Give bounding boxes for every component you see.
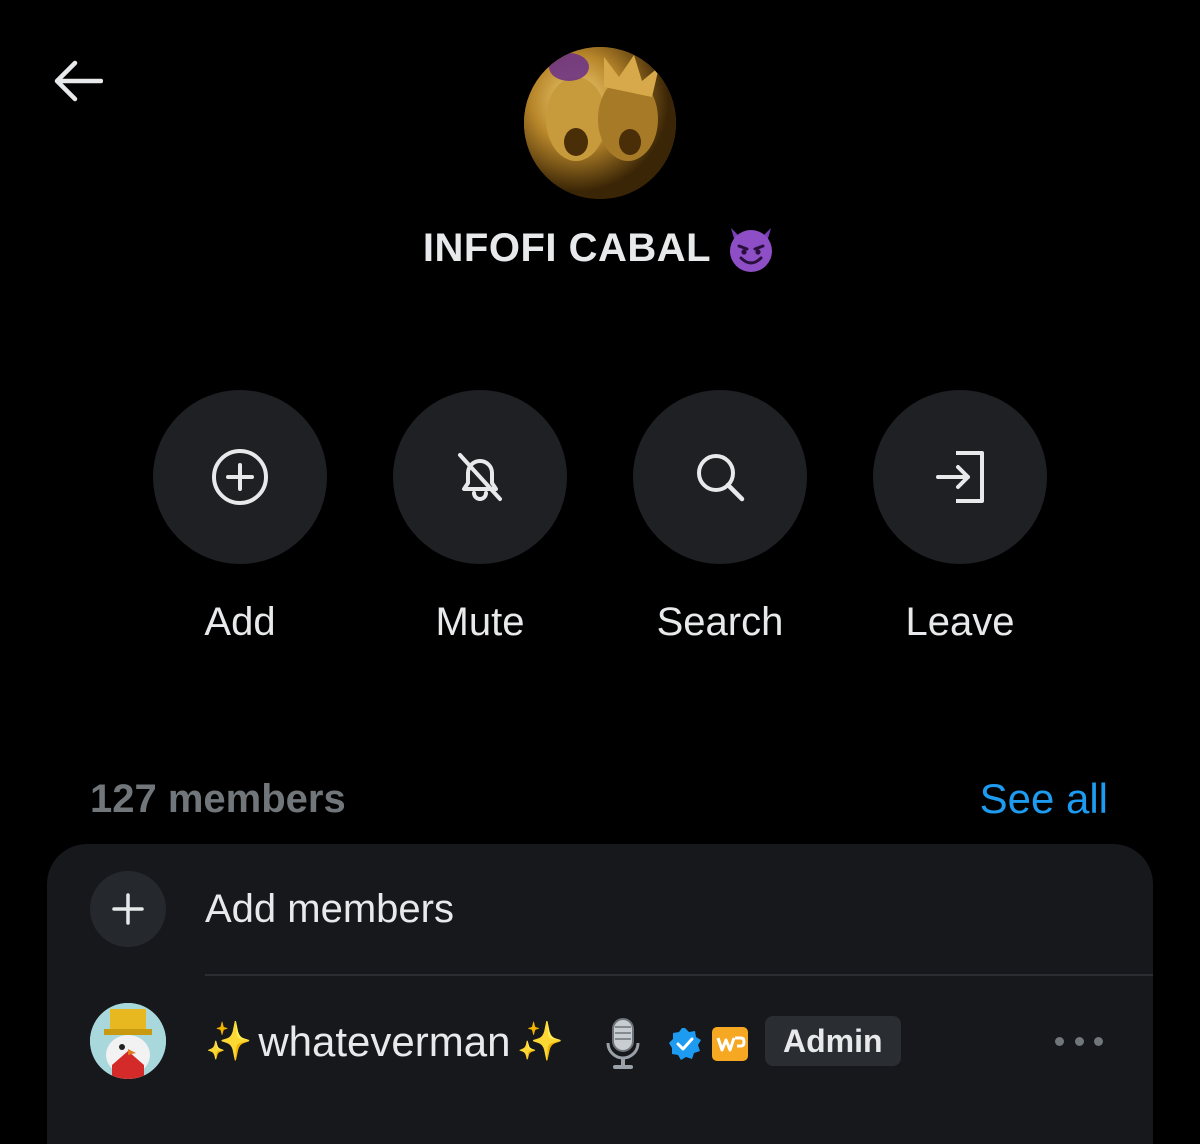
search-action-label: Search [656,600,784,644]
members-count: 127 members [90,776,346,821]
verified-badge-icon [669,1028,701,1060]
add-action-circle[interactable] [153,390,327,564]
add-members-icon-wrap [90,871,166,947]
add-action-label: Add [204,600,276,644]
mute-action-circle[interactable] [393,390,567,564]
more-options-button[interactable] [1055,1028,1103,1054]
dot-icon [1074,1036,1084,1046]
leave-action-circle[interactable] [873,390,1047,564]
see-all-link[interactable]: See all [980,775,1108,823]
dot-icon [1055,1036,1064,1046]
mute-action-label: Mute [435,600,525,644]
back-button[interactable] [50,56,104,106]
group-name-text: INFOFI CABAL [422,225,712,270]
member-row[interactable]: ✨ whateverman ✨ Admin [47,976,1153,1111]
add-members-row[interactable]: Add members [47,844,1153,974]
mute-action-button[interactable]: Mute [393,390,567,642]
search-icon [697,454,745,502]
member-badges [603,1017,749,1071]
leave-action-button[interactable]: Leave [873,390,1047,642]
search-action-button[interactable]: Search [633,390,807,642]
bell-off-icon [458,453,502,501]
arrow-left-icon [54,60,103,102]
search-action-circle[interactable] [633,390,807,564]
sparkles-icon: ✨ [516,1021,564,1063]
group-avatar-image [524,47,676,199]
members-header: 127 members See all [90,775,1108,823]
leave-action-label: Leave [905,600,1015,644]
plus-icon [112,893,144,925]
add-action-button[interactable]: Add [153,390,327,642]
member-avatar-image [90,1003,166,1079]
admin-badge: Admin [765,1016,901,1066]
add-members-label: Add members [205,887,454,931]
microphone-icon [606,1018,640,1069]
dot-icon [1094,1036,1103,1046]
smiling-face-with-horns-icon [730,228,773,272]
affiliate-badge-icon [712,1027,748,1061]
members-card: Add members ✨ whateverman ✨ Admin [47,844,1153,1144]
sparkles-icon: ✨ [205,1021,253,1063]
group-title: INFOFI CABAL [0,222,1200,274]
member-avatar[interactable] [90,1003,166,1079]
member-name: ✨ whateverman ✨ [205,1018,564,1066]
leave-icon [936,451,984,503]
plus-circle-icon [212,449,268,505]
group-avatar[interactable] [524,47,676,199]
member-name-text: whateverman [258,1018,511,1065]
